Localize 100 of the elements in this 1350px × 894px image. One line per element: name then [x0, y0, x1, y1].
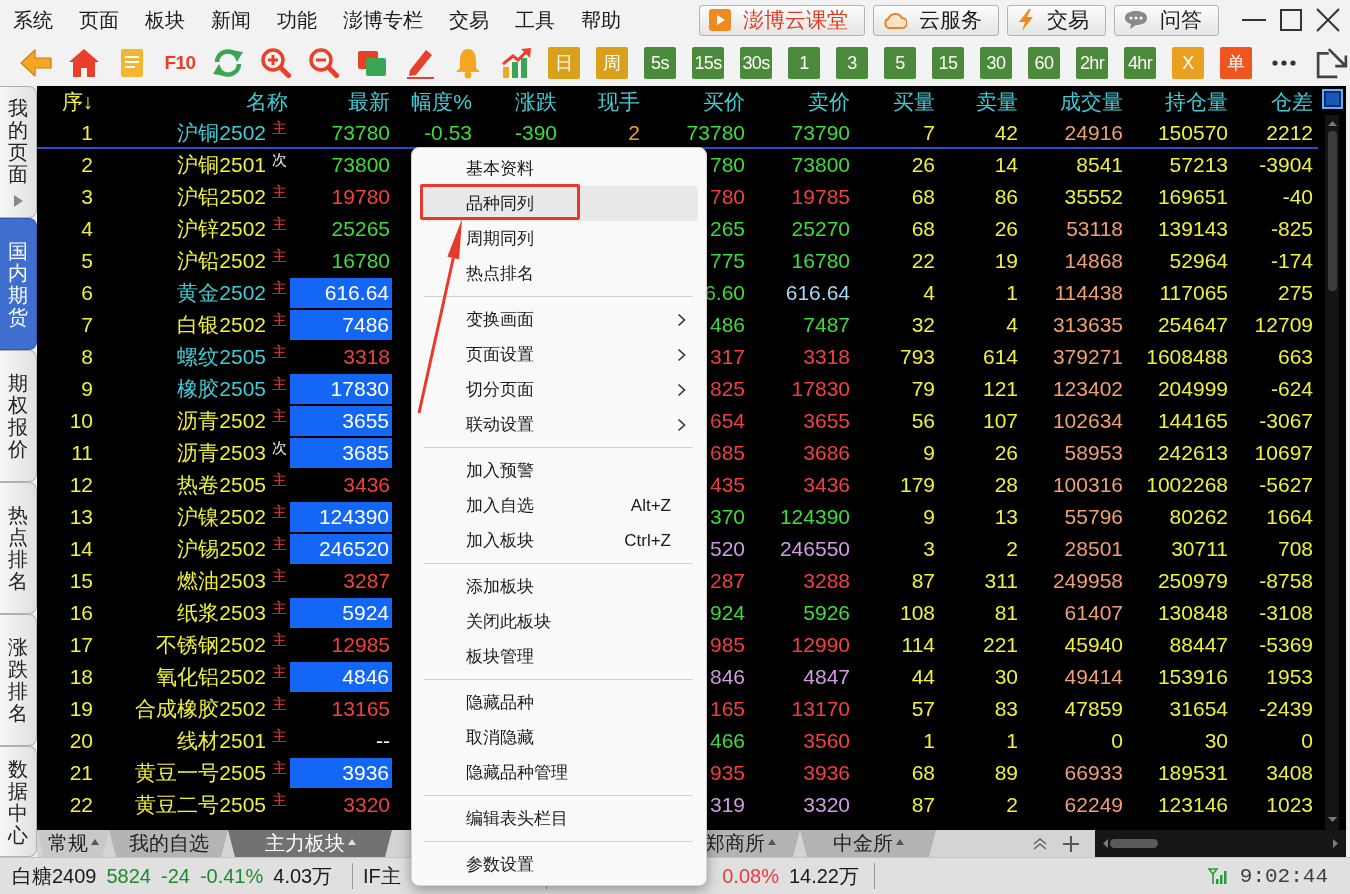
sheet-tab[interactable]: 中金所 [800, 830, 936, 857]
menu-option[interactable]: 隐藏品种管理 [421, 755, 698, 790]
menu-item[interactable]: 新闻 [198, 6, 264, 34]
menu-option[interactable]: 页面设置 [421, 337, 698, 372]
menu-option[interactable]: 周期同列 [421, 221, 698, 256]
menu-option[interactable]: 取消隐藏 [421, 720, 698, 755]
menu-item[interactable]: 交易 [436, 6, 502, 34]
column-header[interactable]: 卖量 [976, 87, 1018, 116]
scrollbar-track[interactable] [1325, 115, 1339, 830]
menu-item[interactable]: 工具 [502, 6, 568, 34]
toolbar-button[interactable]: 4hr [1124, 47, 1156, 79]
column-header[interactable]: 成交量 [1060, 87, 1123, 116]
toolbar-button[interactable]: 2hr [1076, 47, 1108, 79]
caret-icon[interactable] [347, 838, 356, 845]
more-icon[interactable] [1272, 60, 1296, 66]
column-header[interactable]: 仓差 [1271, 87, 1313, 116]
sidebar-tab[interactable]: 期权报价 [0, 350, 37, 482]
refresh-icon[interactable] [212, 47, 244, 79]
menu-item[interactable]: 功能 [264, 6, 330, 34]
sidebar-tab[interactable]: 热点排名 [0, 482, 37, 614]
sidebar-tab[interactable]: 涨跌排名 [0, 614, 37, 746]
zoom-out-icon[interactable] [308, 47, 340, 79]
menu-option[interactable]: 基本资料 [421, 151, 698, 186]
toolbar-button[interactable]: 单 [1220, 47, 1252, 79]
menu-option[interactable]: 变换画面 [421, 302, 698, 337]
sidebar-tab[interactable]: 数据中心 [0, 746, 37, 857]
menu-item[interactable]: 板块 [132, 6, 198, 34]
caret-icon[interactable] [90, 838, 99, 845]
menu-option[interactable]: 切分页面 [421, 372, 698, 407]
back-arrow-icon[interactable] [20, 47, 52, 79]
menu-item[interactable]: 页面 [66, 6, 132, 34]
zoom-in-icon[interactable] [260, 47, 292, 79]
home-icon[interactable] [68, 47, 100, 79]
f10-button[interactable]: F10 [164, 47, 196, 79]
square-icon[interactable] [1321, 89, 1343, 109]
toolbar-button[interactable]: 3 [836, 47, 868, 79]
close-icon[interactable] [1316, 8, 1340, 32]
chevron-right-icon[interactable] [677, 347, 686, 362]
sheet-tab[interactable]: 常规 [37, 830, 109, 857]
scrollbar-thumb[interactable] [1110, 839, 1158, 848]
menu-option[interactable]: 加入预警 [421, 453, 698, 488]
scroll-left-icon[interactable] [1103, 839, 1108, 848]
menu-option[interactable]: 板块管理 [421, 639, 698, 674]
chevron-right-icon[interactable] [677, 382, 686, 397]
toolbar-button[interactable]: 5s [644, 47, 676, 79]
column-header[interactable]: 卖价 [808, 87, 850, 116]
sidebar-tab[interactable]: 国内期货 [0, 218, 37, 350]
column-header[interactable]: 名称 [246, 87, 288, 116]
toolbar-button[interactable]: 15s [692, 47, 724, 79]
column-header[interactable]: 幅度% [411, 87, 472, 116]
toolbar-button[interactable]: 30 [980, 47, 1012, 79]
toolbar-button[interactable]: 1 [788, 47, 820, 79]
sheet-tab[interactable]: 主力板块 [228, 830, 392, 857]
column-header[interactable]: 买价 [703, 87, 745, 116]
column-header[interactable]: 现手 [598, 87, 640, 116]
chart-up-icon[interactable] [500, 47, 532, 79]
service-button[interactable]: 云服务 [873, 4, 999, 36]
pencil-icon[interactable] [404, 47, 436, 79]
caret-icon[interactable] [767, 838, 776, 845]
column-header[interactable]: 持仓量 [1165, 87, 1228, 116]
column-header[interactable]: 涨跌 [515, 87, 557, 116]
sheet-tab[interactable]: 我的自选 [109, 830, 228, 857]
toolbar-button[interactable]: 60 [1028, 47, 1060, 79]
menu-option[interactable]: 加入板块 Ctrl+Z [421, 523, 698, 558]
caret-icon[interactable] [895, 838, 904, 845]
menu-item[interactable]: 帮助 [568, 6, 634, 34]
service-button[interactable]: 交易 [1007, 4, 1106, 36]
menu-option[interactable]: 联动设置 [421, 407, 698, 442]
sidebar-tab[interactable]: 我的页面 [0, 86, 37, 218]
chevron-right-icon[interactable] [677, 312, 686, 327]
chevron-right-icon[interactable] [677, 417, 686, 432]
toolbar-button[interactable]: 5 [884, 47, 916, 79]
toolbar-button[interactable]: 15 [932, 47, 964, 79]
maximize-icon[interactable] [1280, 9, 1302, 31]
menu-item[interactable]: 澎博专栏 [330, 6, 436, 34]
scroll-right-icon[interactable] [1333, 839, 1338, 848]
column-header[interactable]: 最新 [348, 87, 390, 116]
double-chevron-up-icon[interactable] [1033, 837, 1047, 850]
column-header[interactable]: 买量 [893, 87, 935, 116]
scroll-down-icon[interactable] [1327, 817, 1337, 822]
menu-item[interactable]: 系统 [0, 6, 66, 34]
menu-option[interactable]: 热点排名 [421, 256, 698, 291]
last-price: 3436 [343, 473, 390, 497]
column-header[interactable]: 序↓ [61, 87, 93, 116]
open-interest: 250979 [1157, 569, 1228, 593]
menu-option[interactable]: 添加板块 [421, 569, 698, 604]
selected-row[interactable]: 1 沪铜2502 主 73780 -0.53 -390 2 73780 73790 7 42 24916 150570 2212 [37, 117, 1318, 149]
add-icon[interactable] [1063, 835, 1079, 852]
menu-option[interactable]: 隐藏品种 [421, 685, 698, 720]
service-button[interactable]: 问答 [1114, 4, 1219, 36]
open-interest: 57213 [1169, 153, 1228, 177]
square-arrow-icon[interactable] [1316, 47, 1348, 79]
menu-option[interactable]: 品种同列 [421, 186, 698, 221]
menu-option[interactable]: 关闭此板块 [421, 604, 698, 639]
service-button[interactable]: 澎博云课堂 [699, 4, 865, 36]
caret-right-icon[interactable] [13, 195, 23, 207]
toolbar-button[interactable]: 30s [740, 47, 772, 79]
menu-option[interactable]: 加入自选 Alt+Z [421, 488, 698, 523]
scroll-up-icon[interactable] [1327, 121, 1337, 126]
scrollbar-thumb[interactable] [1327, 131, 1337, 291]
